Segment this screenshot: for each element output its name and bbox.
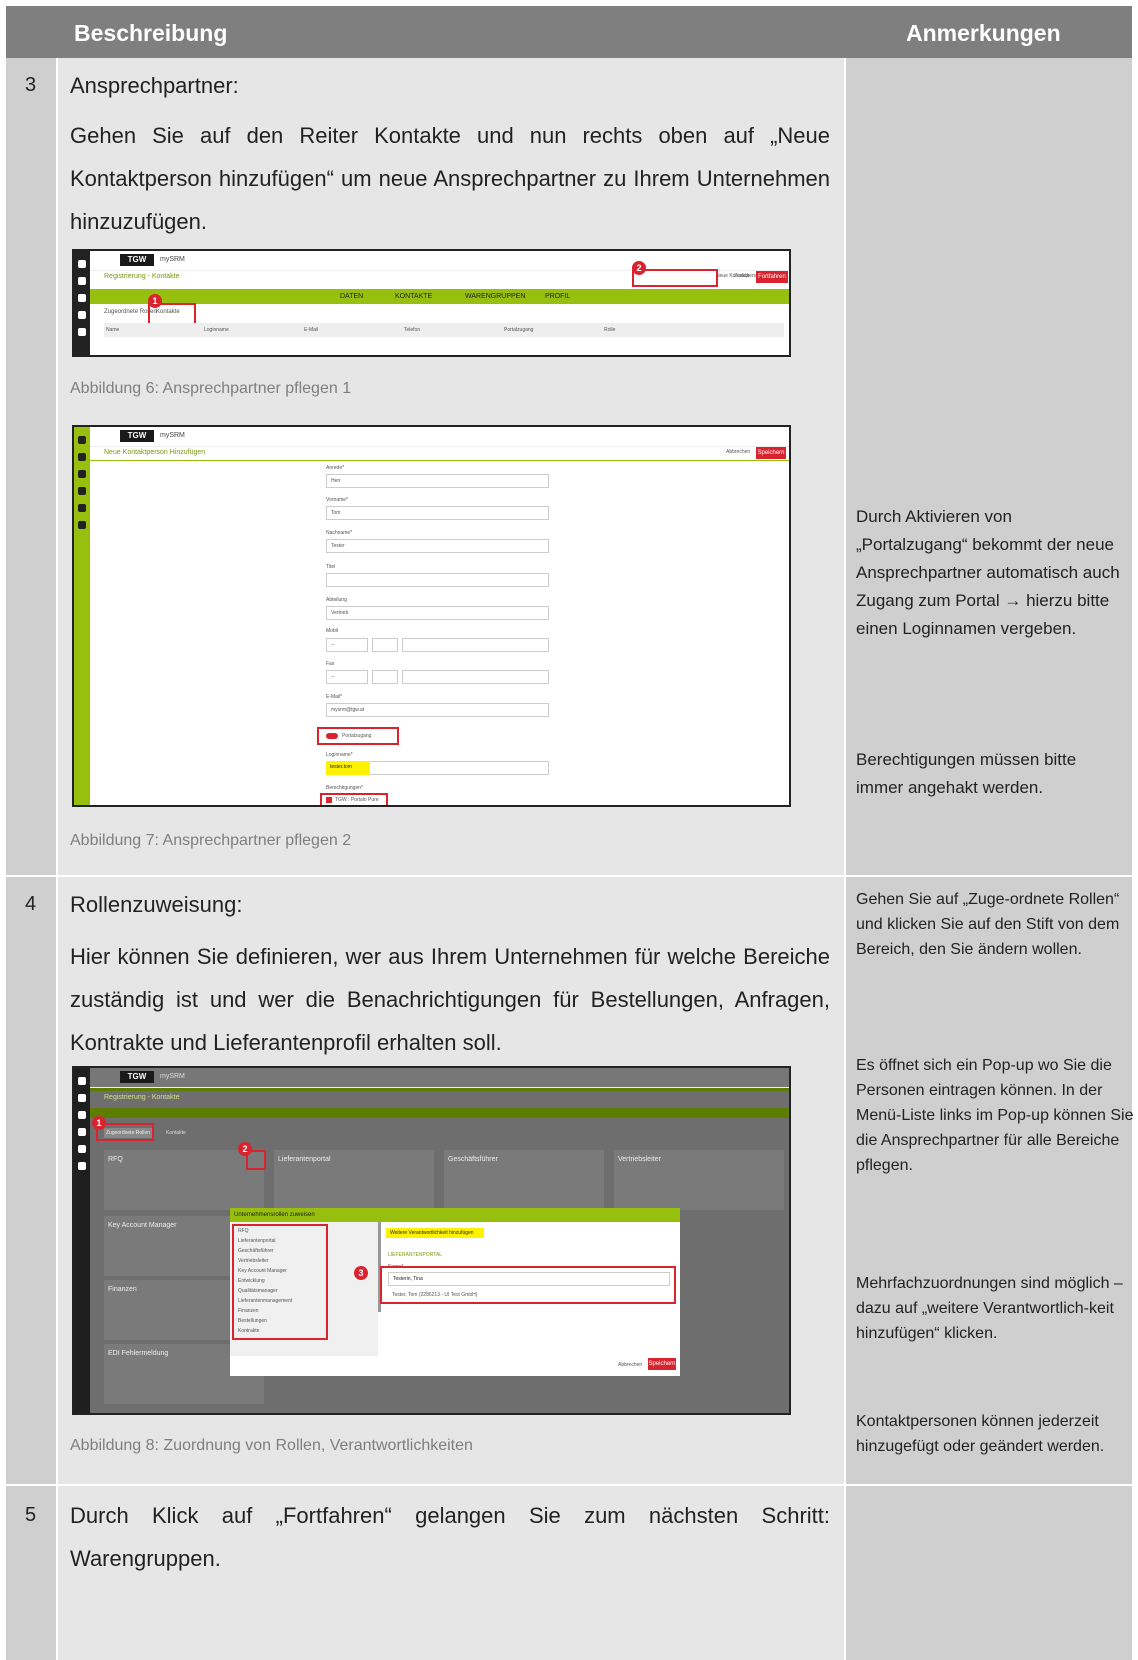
row-text: Gehen Sie auf den Reiter Kontakte und nu… <box>70 123 830 234</box>
row-number: 3 <box>25 74 37 96</box>
row-text: Durch Klick auf „Fortfahren“ gelangen Si… <box>70 1503 830 1571</box>
row-number: 4 <box>25 893 37 915</box>
screenshot-new-contact: TGW mySRM Neue Kontaktperson Hinzufügen A… <box>72 425 791 807</box>
note-text: Durch Aktivieren von „Portalzugang“ beko… <box>856 507 1120 638</box>
note-text: Gehen Sie auf „Zuge-ordnete Rollen“ und … <box>856 891 1120 958</box>
column-header-description: Beschreibung <box>74 20 228 46</box>
note-text: Kontaktpersonen können jederzeit hinzuge… <box>856 1413 1105 1455</box>
table-header: Beschreibung Anmerkungen <box>6 6 1132 58</box>
screenshot-contacts: TGW mySRM Registrierung - Kontakte Neue K… <box>72 249 791 357</box>
figure-caption: Abbildung 8: Zuordnung von Rollen, Veran… <box>70 1437 473 1454</box>
row-title: Ansprechpartner: <box>70 73 239 98</box>
note-text: Berechtigungen müssen bitte immer angeha… <box>856 750 1077 797</box>
number-column <box>6 58 56 1660</box>
screenshot-roles: TGW mySRM Registrierung - Kontakte Zugeor… <box>72 1066 791 1415</box>
dialog: Unternehmensrollen zuweisen RFQ Lieferan… <box>230 1208 680 1376</box>
row-text: Hier können Sie definieren, wer aus Ihre… <box>70 944 830 1055</box>
figure-caption: Abbildung 6: Ansprechpartner pflegen 1 <box>70 380 352 397</box>
note-text: Es öffnet sich ein Pop-up wo Sie die Per… <box>856 1057 1134 1174</box>
figure-caption: Abbildung 7: Ansprechpartner pflegen 2 <box>70 832 352 849</box>
column-header-notes: Anmerkungen <box>906 20 1061 46</box>
row-number: 5 <box>25 1504 37 1526</box>
note-text: Mehrfachzuordnungen sind möglich – dazu … <box>856 1275 1123 1342</box>
row-title: Rollenzuweisung: <box>70 892 243 917</box>
